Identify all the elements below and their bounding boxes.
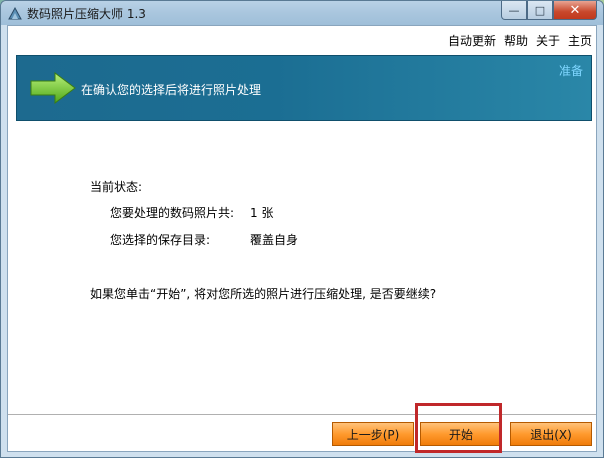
window-controls: — □ ✕ — [501, 1, 597, 20]
banner-message: 在确认您的选择后将进行照片处理 — [81, 83, 262, 97]
header-banner: 在确认您的选择后将进行照片处理 准备 — [16, 55, 592, 121]
menu-help[interactable]: 帮助 — [504, 32, 528, 49]
app-logo-icon — [8, 6, 22, 20]
confirm-message: 如果您单击“开始”, 将对您所选的照片进行压缩处理, 是否要继续? — [90, 287, 437, 301]
save-dir-value: 覆盖自身 — [250, 233, 299, 247]
step-indicator: 准备 — [558, 64, 583, 78]
close-button[interactable]: ✕ — [553, 1, 597, 20]
photo-count-value: 1 张 — [250, 206, 274, 220]
menu-about[interactable]: 关于 — [536, 32, 560, 49]
title-bar[interactable]: 数码照片压缩大师 1.3 — □ ✕ — [1, 1, 603, 25]
minimize-button[interactable]: — — [501, 1, 527, 20]
save-dir-label: 您选择的保存目录: — [110, 233, 211, 247]
maximize-button[interactable]: □ — [527, 1, 553, 20]
footer-separator — [8, 414, 596, 416]
highlight-annotation — [415, 403, 502, 453]
previous-step-button[interactable]: 上一步(P) — [332, 422, 414, 446]
top-menu: 自动更新 帮助 关于 主页 — [448, 32, 592, 49]
status-heading: 当前状态: — [90, 180, 143, 194]
photo-count-label: 您要处理的数码照片共: — [110, 206, 235, 220]
window-title: 数码照片压缩大师 1.3 — [27, 7, 146, 21]
arrow-right-icon — [30, 72, 76, 104]
content-panel: 自动更新 帮助 关于 主页 在确认您的选择后将进行照片处理 准备 当前状态: 您… — [7, 25, 597, 453]
app-window: 数码照片压缩大师 1.3 — □ ✕ 自动更新 帮助 关于 主页 在确认您的选择… — [0, 0, 604, 458]
menu-homepage[interactable]: 主页 — [568, 32, 592, 49]
exit-button[interactable]: 退出(X) — [510, 422, 592, 446]
menu-auto-update[interactable]: 自动更新 — [448, 32, 496, 49]
